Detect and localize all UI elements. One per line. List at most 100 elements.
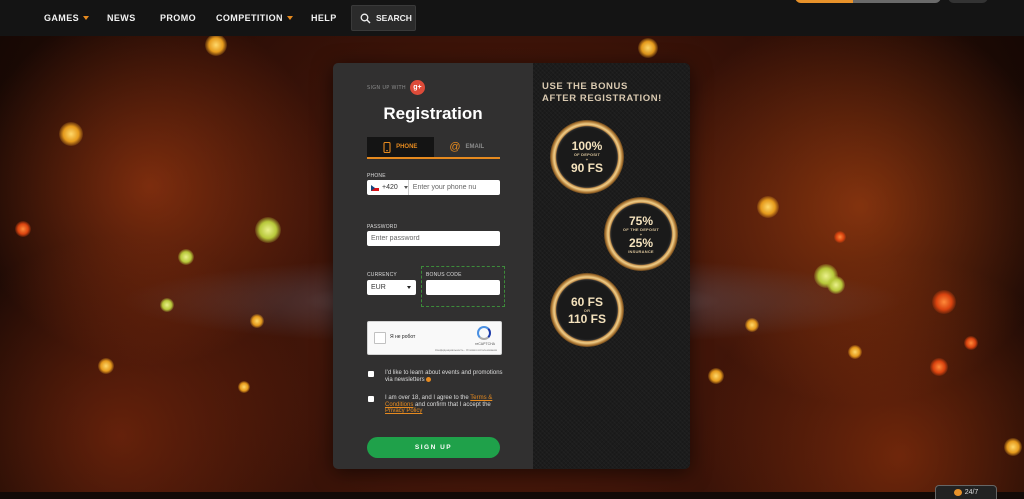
country-code: +420 — [382, 184, 398, 191]
at-icon: @ — [449, 141, 461, 153]
bonus-code-field — [426, 280, 500, 295]
bonus-coin-3: 60 FS OR 110 FS — [550, 273, 624, 347]
nav-promo[interactable]: PROMO — [160, 13, 196, 23]
background-spark — [827, 276, 845, 294]
background-spark — [757, 196, 779, 218]
terms-text-before: I am over 18, and I agree to the — [385, 395, 469, 401]
top-action-button[interactable] — [853, 0, 941, 3]
footer-strip — [0, 492, 1024, 499]
coin-1-value-2: 90 FS — [570, 161, 603, 175]
background-spark — [250, 314, 264, 328]
coin-3-value: 60 FS — [570, 294, 603, 309]
coin-3-value-2: 110 FS — [567, 311, 607, 326]
tab-email-label: EMAIL — [465, 144, 485, 150]
newsletter-checkbox[interactable] — [368, 371, 374, 377]
top-navigation: GAMES NEWS PROMO COMPETITION HELP SEARCH — [0, 0, 1024, 36]
background-spark — [255, 217, 281, 243]
background-spark — [745, 318, 759, 332]
chevron-down-icon — [403, 186, 408, 189]
recaptcha-widget: Я не робот reCAPTCHA Конфиденциальность … — [367, 321, 502, 355]
search-icon — [360, 13, 371, 23]
nav-competition[interactable]: COMPETITION — [216, 13, 293, 23]
terms-checkbox[interactable] — [368, 396, 374, 402]
background-spark — [848, 345, 862, 359]
support-label: 24/7 — [964, 489, 979, 496]
top-action-button[interactable] — [795, 0, 853, 3]
background-spark — [238, 381, 250, 393]
currency-label: CURRENCY — [367, 272, 397, 278]
google-plus-icon[interactable]: g+ — [409, 80, 425, 95]
newsletter-text: I'd like to learn about events and promo… — [385, 370, 505, 383]
tab-phone[interactable]: PHONE — [367, 137, 434, 157]
background-spark — [708, 368, 724, 384]
coin-2-value-2: 25% — [628, 235, 654, 250]
czech-flag-icon — [371, 184, 379, 191]
promo-headline-line1: USE THE BONUS — [542, 81, 628, 92]
search-button[interactable]: SEARCH — [351, 5, 416, 31]
bonus-promo-panel: USE THE BONUS AFTER REGISTRATION! 100% O… — [533, 63, 690, 469]
signup-with-label: SIGN UP WITH — [367, 84, 406, 91]
bonus-code-label: BONUS CODE — [426, 272, 462, 278]
background-spark — [59, 122, 83, 146]
coin-1-value: 100% — [571, 139, 603, 153]
support-chat-button[interactable]: 24/7 — [935, 485, 997, 499]
bonus-coin-2: 75% OF THE DEPOSIT + 25% INSURANCE — [604, 197, 678, 271]
chevron-down-icon — [286, 16, 293, 20]
nav-news[interactable]: NEWS — [107, 13, 136, 23]
promo-headline-line2: AFTER REGISTRATION! — [542, 93, 662, 104]
info-icon[interactable] — [426, 376, 432, 382]
newsletter-label: I'd like to learn about events and promo… — [385, 370, 503, 383]
nav-competition-label: COMPETITION — [216, 13, 283, 23]
tab-phone-label: PHONE — [396, 144, 418, 150]
nav-promo-label: PROMO — [160, 13, 197, 23]
chat-icon — [953, 489, 962, 496]
phone-icon — [383, 141, 391, 153]
background-spark — [1004, 438, 1022, 456]
background-spark — [932, 290, 956, 314]
terms-text: I am over 18, and I agree to the Terms &… — [385, 395, 505, 415]
recaptcha-icon — [477, 326, 491, 340]
bonus-coin-1: 100% OF DEPOSIT + 90 FS — [550, 120, 624, 194]
password-label: PASSWORD — [367, 224, 398, 230]
recaptcha-privacy-link[interactable]: Конфиденциальность - Условия использован… — [435, 348, 497, 352]
tab-email[interactable]: @ EMAIL — [434, 137, 501, 157]
bonus-code-input[interactable] — [426, 284, 500, 291]
background-spark — [178, 249, 194, 265]
background-spark — [205, 34, 227, 56]
nav-games-label: GAMES — [44, 13, 80, 23]
registration-tabs: PHONE @ EMAIL — [367, 137, 500, 159]
captcha-text: Я не робот — [390, 334, 416, 340]
social-signup: SIGN UP WITH g+ — [367, 80, 425, 95]
nav-news-label: NEWS — [107, 13, 136, 23]
registration-form: SIGN UP WITH g+ Registration PHONE @ EMA… — [333, 63, 533, 469]
background-spark — [834, 231, 846, 243]
phone-label: PHONE — [367, 173, 386, 179]
password-input[interactable] — [367, 235, 500, 242]
nav-help-label: HELP — [311, 13, 337, 23]
background-spark — [98, 358, 114, 374]
sign-up-button[interactable]: SIGN UP — [367, 437, 500, 458]
terms-text-middle: and confirm that I accept the — [415, 401, 491, 408]
currency-select[interactable]: EUR — [367, 280, 416, 295]
coin-2-value: 75% — [628, 213, 654, 228]
background-spark — [638, 38, 658, 58]
currency-value: EUR — [371, 284, 386, 291]
top-action-button[interactable] — [948, 0, 988, 3]
coin-2-caption-2: INSURANCE — [628, 248, 654, 254]
search-label: SEARCH — [376, 13, 412, 23]
registration-modal: SIGN UP WITH g+ Registration PHONE @ EMA… — [333, 63, 690, 469]
nav-games[interactable]: GAMES — [44, 13, 90, 23]
phone-input[interactable] — [408, 184, 500, 191]
country-code-select[interactable]: +420 — [367, 180, 409, 195]
nav-help[interactable]: HELP — [311, 13, 337, 23]
password-field — [367, 231, 500, 246]
chevron-down-icon — [407, 286, 411, 289]
background-spark — [930, 358, 948, 376]
promo-headline: USE THE BONUS AFTER REGISTRATION! — [542, 81, 687, 105]
phone-field: +420 — [367, 180, 500, 195]
captcha-checkbox[interactable] — [374, 332, 386, 344]
privacy-link[interactable]: Privacy Policy — [385, 408, 422, 414]
chevron-down-icon — [83, 16, 90, 20]
background-spark — [160, 298, 174, 312]
recaptcha-brand: reCAPTCHA — [475, 342, 495, 346]
